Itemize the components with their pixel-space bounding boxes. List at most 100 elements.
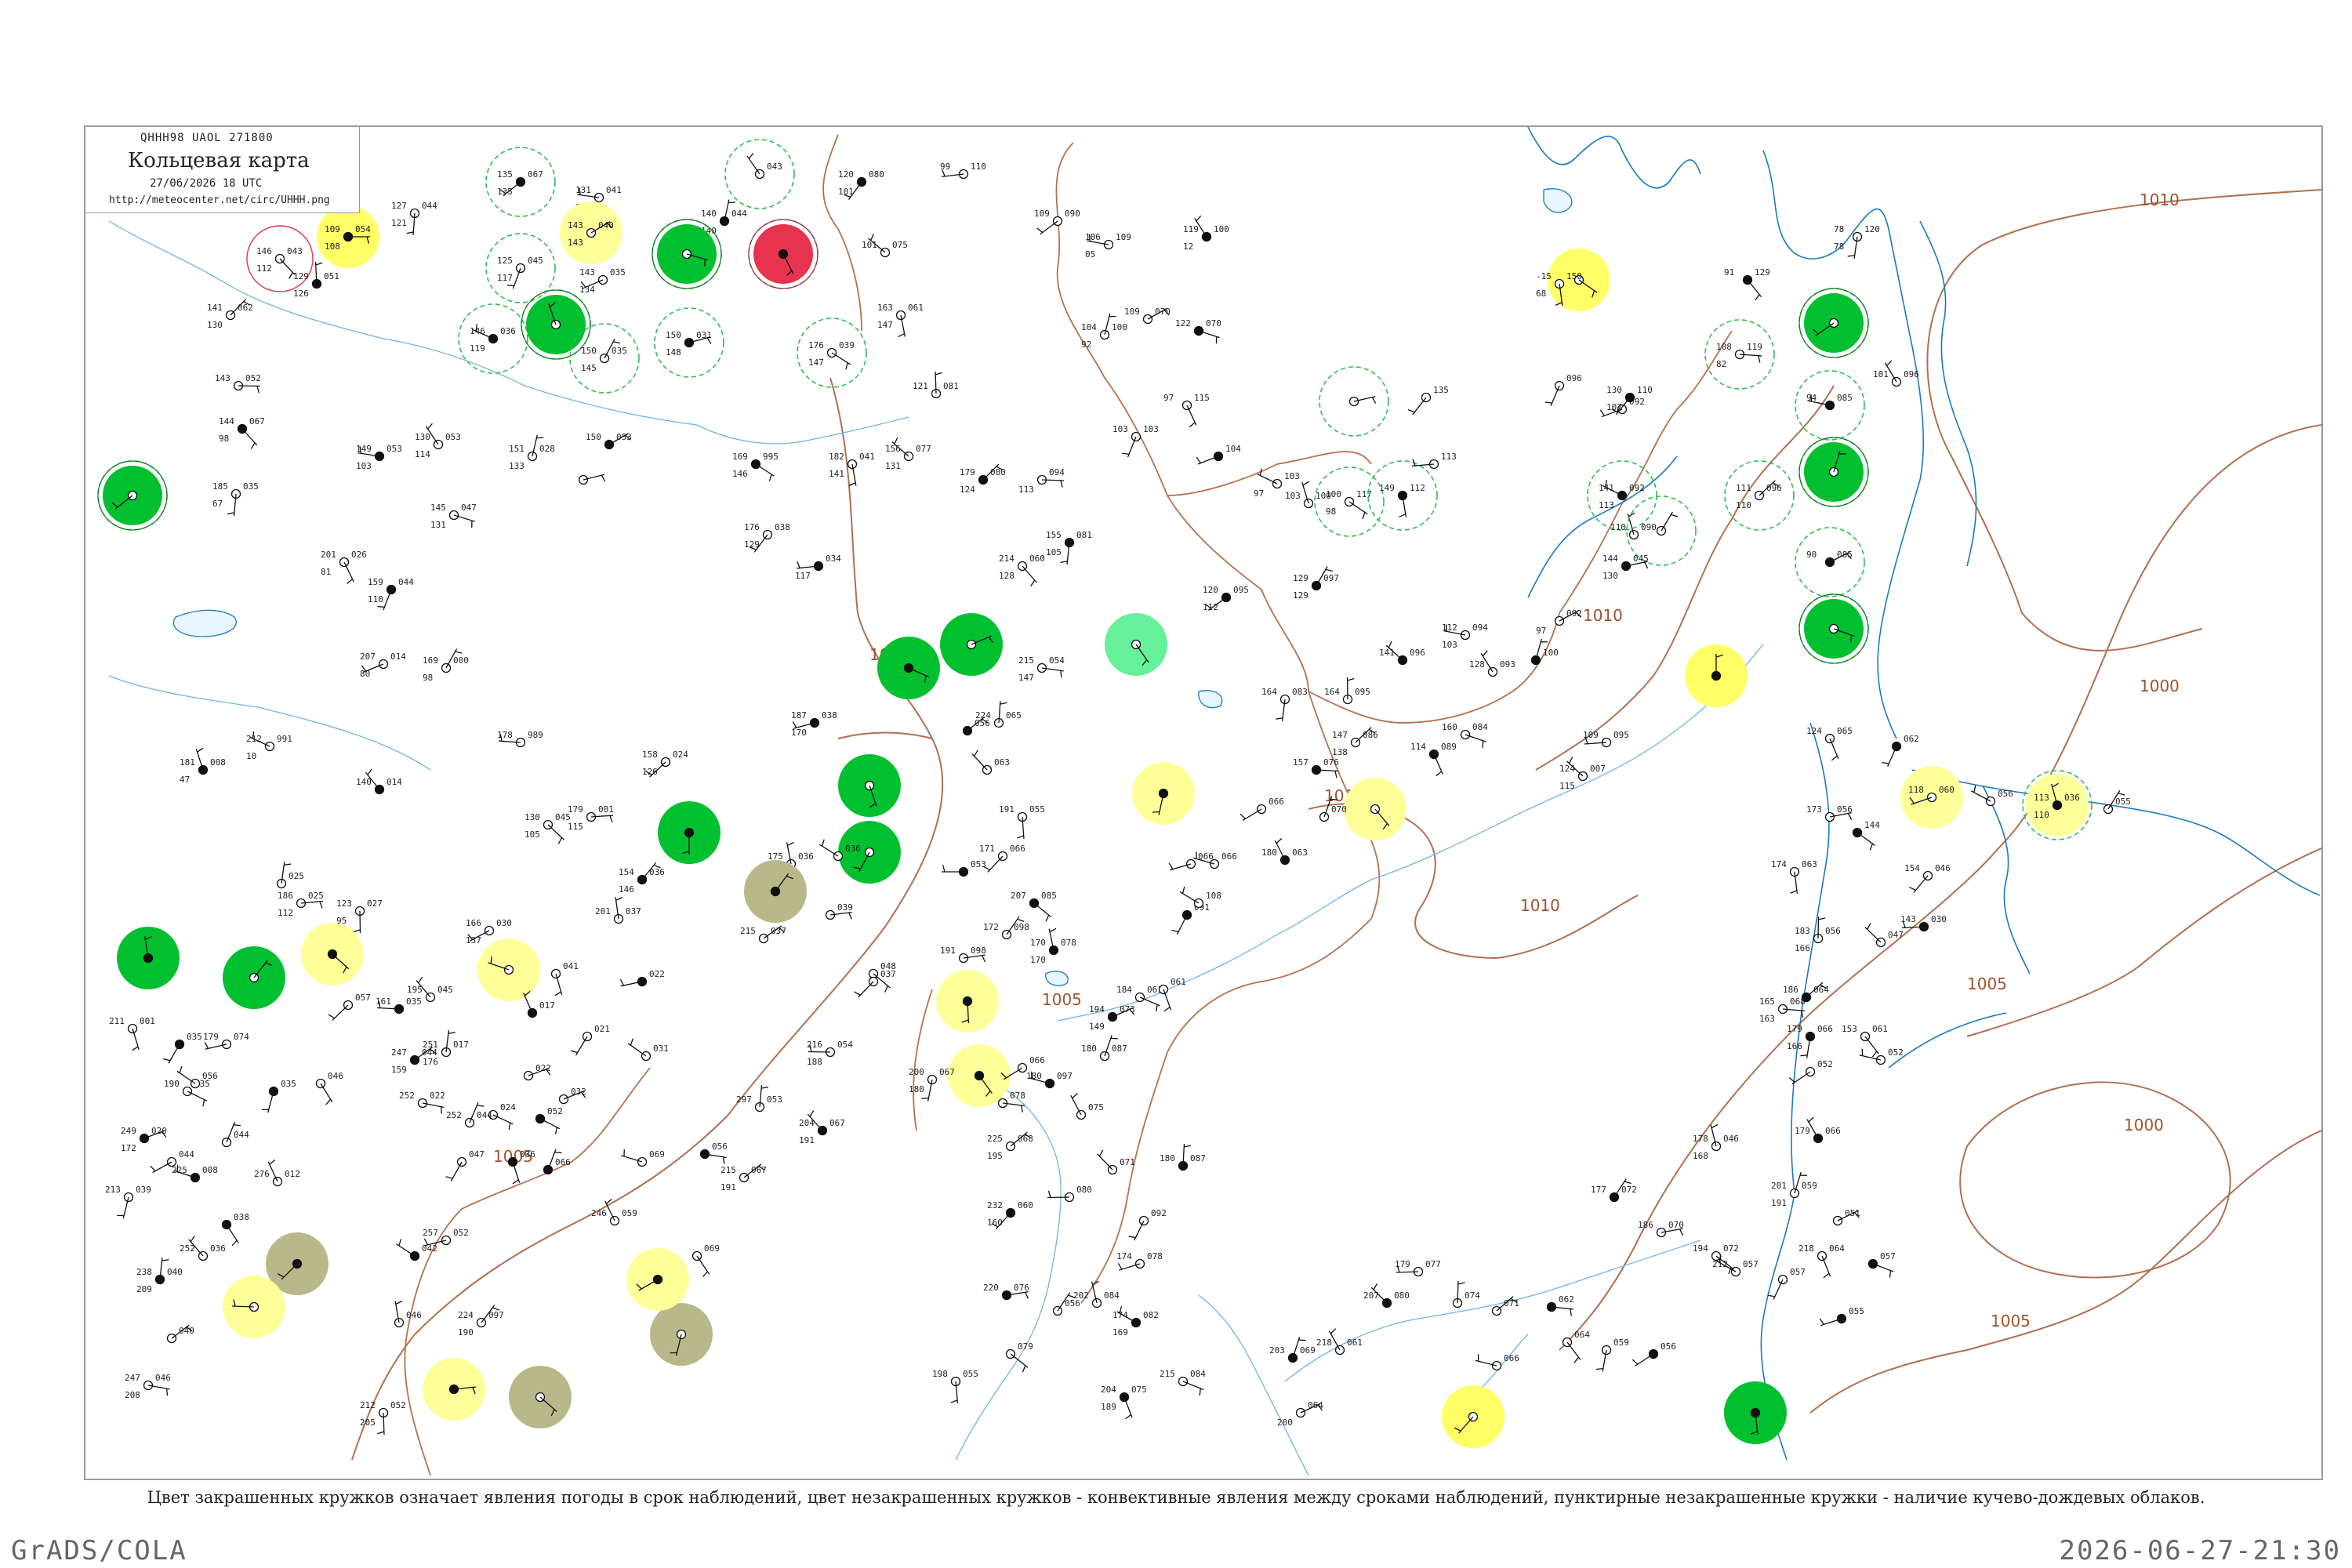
station-plot[interactable]: 174 169 082 [1112, 1306, 1159, 1338]
station-plot[interactable] [1798, 288, 1869, 358]
map-canvas[interactable]: 1010 1005 1010 1005 1010 1010 1000 1005 … [85, 127, 2321, 1479]
station-plot[interactable]: 216 188 054 [807, 1040, 853, 1067]
station-plot[interactable]: 151 133 028 [509, 434, 555, 471]
station-plot[interactable]: 130 114 053 [415, 423, 461, 459]
station-plot[interactable]: 080 [1047, 1185, 1092, 1203]
station-plot[interactable]: 214 128 060 [999, 554, 1045, 586]
station-plot[interactable]: 150 145 035 [569, 323, 640, 394]
station-plot[interactable]: 055 [2103, 789, 2131, 815]
station-plot[interactable] [948, 1044, 1011, 1107]
station-plot[interactable]: 159 110 044 [368, 577, 414, 611]
station-plot[interactable]: 042 [396, 1239, 437, 1261]
station-plot[interactable]: 059 [1595, 1338, 1629, 1372]
station-plot[interactable]: 141 113 092 [1587, 460, 1657, 531]
station-plot[interactable]: 057 [1767, 1267, 1806, 1300]
station-plot[interactable]: 113 110 036 [2022, 770, 2092, 840]
station-plot[interactable]: 246 059 [591, 1198, 637, 1226]
station-plot[interactable]: 183 166 056 [1795, 916, 1841, 953]
station-plot[interactable]: 039 [825, 902, 853, 920]
station-plot[interactable]: 052 [535, 1106, 563, 1134]
station-plot[interactable]: 90 085 [1795, 527, 1865, 597]
station-plot[interactable]: 215 147 054 [1018, 655, 1065, 683]
station-plot[interactable]: 179 074 [203, 1032, 249, 1050]
station-plot[interactable]: 051 [1832, 1208, 1860, 1226]
station-plot[interactable]: 154 146 036 [619, 862, 665, 895]
station-plot[interactable] [1685, 644, 1748, 707]
station-plot[interactable]: 141 096 [1379, 641, 1425, 666]
station-plot[interactable]: 046 [394, 1300, 422, 1328]
station-plot[interactable]: 249 172 020 [121, 1126, 167, 1153]
station-plot[interactable]: 066 [1168, 851, 1214, 871]
station-plot[interactable]: 201 81 026 [321, 550, 367, 585]
station-plot[interactable] [509, 1366, 572, 1428]
station-plot[interactable]: 035 [261, 1079, 296, 1113]
station-plot[interactable]: 164 083 [1261, 687, 1308, 721]
station-plot[interactable]: 017 [523, 990, 555, 1018]
station-plot[interactable]: 201 191 059 [1771, 1172, 1817, 1208]
station-plot[interactable]: 212 10 991 [246, 731, 292, 761]
station-plot[interactable]: 119 12 100 [1183, 215, 1229, 252]
station-plot[interactable]: 064 [1562, 1330, 1591, 1363]
station-plot[interactable]: 200 064 [1277, 1400, 1323, 1428]
station-plot[interactable]: 144 98 067 [219, 416, 265, 449]
station-plot[interactable]: 145 131 047 [430, 503, 477, 530]
station-plot[interactable]: 071 [1097, 1149, 1135, 1175]
station-plot[interactable]: 038 [221, 1212, 249, 1247]
station-plot[interactable]: 062 [1882, 734, 1919, 767]
station-plot[interactable]: 092 [1128, 1208, 1167, 1241]
station-plot[interactable]: 211 001 [109, 1016, 155, 1051]
station-plot[interactable] [1798, 593, 1869, 664]
station-plot[interactable]: 129 129 097 [1293, 566, 1339, 601]
station-plot[interactable]: 103 103 [1112, 424, 1159, 458]
station-plot[interactable]: 021 [570, 1024, 610, 1056]
station-plot[interactable] [223, 946, 285, 1009]
station-plot[interactable]: 252 044 [446, 1102, 492, 1128]
station-plot[interactable]: 186 112 025 [278, 891, 324, 918]
station-plot[interactable]: 024 [488, 1102, 517, 1131]
station-plot[interactable]: 212 205 052 [360, 1400, 406, 1436]
station-plot[interactable]: 112 103 094 [1442, 622, 1488, 650]
station-plot[interactable]: 143 030 [1900, 914, 1947, 932]
station-plot[interactable]: 165 163 068 [1759, 996, 1806, 1024]
station-plot[interactable]: 047 [1864, 923, 1904, 948]
station-plot[interactable]: 101 096 [1873, 360, 1919, 387]
station-plot[interactable]: 225 195 068 [987, 1131, 1033, 1161]
station-plot[interactable]: 074 [1452, 1280, 1481, 1308]
station-plot[interactable]: 172 098 [983, 916, 1029, 940]
station-plot[interactable]: 203 069 [1269, 1337, 1316, 1363]
station-plot[interactable]: 150 053 [586, 432, 632, 450]
station-plot[interactable]: 120 112 095 [1203, 585, 1249, 612]
station-plot[interactable]: 190 035 [164, 1079, 210, 1107]
station-plot[interactable]: 204 191 067 [799, 1110, 845, 1145]
station-plot[interactable]: 117 034 [795, 554, 841, 581]
station-plot[interactable]: 215 191 067 [720, 1163, 767, 1192]
station-plot[interactable]: 146 112 043 [246, 225, 314, 292]
station-plot[interactable]: 97 115 [1163, 393, 1210, 428]
station-plot[interactable]: 109 070 [1124, 307, 1171, 325]
station-plot[interactable]: 182 141 041 [829, 452, 875, 487]
station-plot[interactable]: 143 134 035 [579, 267, 626, 295]
station-plot[interactable]: 114 089 [1410, 742, 1457, 777]
station-plot[interactable]: 104 92 100 [1081, 313, 1127, 350]
station-plot[interactable]: 127 121 044 [391, 201, 437, 235]
station-plot[interactable] [744, 860, 807, 923]
station-plot[interactable]: 215 037 [740, 925, 786, 944]
station-plot[interactable]: 130 107 110 [1606, 385, 1653, 416]
station-plot[interactable]: 041 [550, 961, 579, 996]
station-plot[interactable]: 155 105 081 [1046, 530, 1092, 564]
station-plot[interactable] [1344, 778, 1406, 840]
station-plot[interactable]: 044 [221, 1121, 250, 1148]
station-plot[interactable]: 140140044 [701, 199, 747, 236]
station-plot[interactable]: 144 130 045 [1602, 554, 1649, 581]
station-plot[interactable] [1105, 613, 1167, 676]
station-plot[interactable]: 143 143 040 [560, 201, 622, 264]
station-plot[interactable]: 202 084 [1073, 1280, 1120, 1308]
station-plot[interactable]: 135 [1407, 385, 1449, 416]
station-plot[interactable]: 185 67 035 [212, 481, 259, 516]
station-plot[interactable] [423, 1358, 485, 1421]
station-plot[interactable]: 218 064 [1798, 1243, 1845, 1279]
station-plot[interactable]: 232 160 060 [987, 1200, 1033, 1230]
station-plot[interactable]: 78 78 120 [1834, 224, 1880, 259]
station-plot[interactable]: 180 097 [1026, 1071, 1073, 1089]
station-plot[interactable]: 218 061 [1316, 1328, 1363, 1356]
